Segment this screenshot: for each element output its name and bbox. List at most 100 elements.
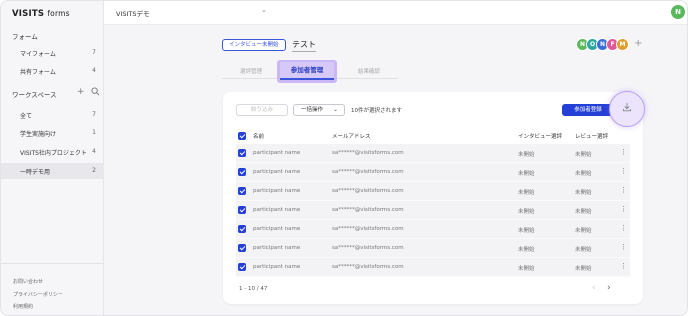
participant-email: sa******@visitsforms.com: [332, 169, 404, 175]
sidebar: VISITS forms フォーム マイフォーム 7 共有フォーム 4 ワークス…: [1, 1, 104, 315]
chevron-down-icon: ⌄: [332, 106, 338, 113]
more-options-icon[interactable]: ⋮: [620, 186, 627, 194]
more-options-icon[interactable]: ⋮: [620, 224, 627, 232]
table-row[interactable]: participant name sa******@visitsforms.co…: [236, 220, 630, 239]
interview-status: 未開始: [518, 171, 535, 177]
more-options-icon[interactable]: ⋮: [620, 205, 627, 213]
privacy-link[interactable]: プライバシーポリシー: [13, 291, 63, 298]
row-checkbox[interactable]: [238, 149, 246, 157]
tab-evaluation[interactable]: 選評管理: [240, 67, 262, 75]
sidebar-item-label: 全て: [20, 113, 33, 120]
sidebar-item-students[interactable]: 学生実施向け 1: [1, 125, 104, 141]
sidebar-section-workspaces: ワークスペース: [12, 91, 57, 99]
main-content: インタビュー未開始 テスト N O N F M + 選評管理 結果確認 参加者管…: [104, 25, 687, 315]
select-all-checkbox[interactable]: [238, 132, 246, 140]
sidebar-item-shared-forms[interactable]: 共有フォーム 4: [1, 63, 104, 79]
row-checkbox[interactable]: [238, 187, 246, 195]
review-status: 未開始: [575, 209, 592, 215]
interview-status: 未開始: [518, 209, 535, 215]
table-header: 名前 メールアドレス インタビュー選評 レビュー選評: [236, 129, 630, 143]
participant-email: sa******@visitsforms.com: [332, 264, 404, 270]
app-logo: VISITS forms: [12, 9, 70, 19]
user-avatar[interactable]: N: [671, 5, 685, 19]
avatar[interactable]: M: [616, 38, 629, 51]
more-options-icon[interactable]: ⋮: [620, 243, 627, 251]
sidebar-item-label: VISITS社内プロジェクト: [20, 150, 87, 157]
sidebar-item-count: 2: [92, 167, 96, 174]
sidebar-item-count: 7: [92, 49, 96, 56]
selection-count: 10件が選択されます: [351, 108, 402, 114]
bulk-action-label: 一括操作: [301, 107, 324, 113]
register-participant-button[interactable]: 参加者登録: [562, 104, 614, 116]
more-options-icon[interactable]: ⋮: [620, 167, 627, 175]
column-header-name[interactable]: 名前: [253, 132, 264, 140]
contact-link[interactable]: お問い合わせ: [13, 278, 43, 285]
sidebar-item-visits-project[interactable]: VISITS社内プロジェクト 4: [1, 144, 104, 160]
interview-status: 未開始: [518, 266, 535, 272]
pagination-range: 1 - 10 / 47: [239, 286, 268, 292]
row-checkbox[interactable]: [238, 263, 246, 271]
table-body: participant name sa******@visitsforms.co…: [236, 144, 630, 277]
row-checkbox[interactable]: [238, 206, 246, 214]
participant-email: sa******@visitsforms.com: [332, 150, 404, 156]
participant-name: participant name: [253, 169, 301, 175]
column-header-interview[interactable]: インタビュー選評: [518, 132, 562, 140]
chevron-right-icon[interactable]: ›: [607, 283, 611, 293]
row-checkbox[interactable]: [238, 168, 246, 176]
sidebar-item-count: 4: [92, 67, 96, 74]
participant-email: sa******@visitsforms.com: [332, 226, 404, 232]
sidebar-item-label: 共有フォーム: [20, 69, 56, 76]
tab-participants[interactable]: 参加者管理: [280, 62, 334, 80]
participant-name: participant name: [253, 150, 301, 156]
table-row[interactable]: participant name sa******@visitsforms.co…: [236, 201, 630, 220]
column-header-email[interactable]: メールアドレス: [332, 132, 371, 140]
interview-status: 未開始: [518, 247, 535, 253]
review-status: 未開始: [575, 190, 592, 196]
table-row[interactable]: participant name sa******@visitsforms.co…: [236, 144, 630, 163]
row-checkbox[interactable]: [238, 244, 246, 252]
terms-link[interactable]: 利用規約: [13, 303, 33, 310]
sidebar-item-my-forms[interactable]: マイフォーム 7: [1, 45, 104, 61]
interview-status: 未開始: [518, 152, 535, 158]
more-options-icon[interactable]: ⋮: [620, 262, 627, 270]
app-window: VISITS forms フォーム マイフォーム 7 共有フォーム 4 ワークス…: [0, 0, 688, 316]
workspace-selector[interactable]: VISITSデモ: [116, 8, 150, 18]
participant-name: participant name: [253, 264, 301, 270]
table-row[interactable]: participant name sa******@visitsforms.co…: [236, 163, 630, 182]
participant-name: participant name: [253, 207, 301, 213]
column-header-review[interactable]: レビュー選評: [575, 132, 608, 140]
bulk-action-dropdown[interactable]: 一括操作 ⌄: [293, 104, 345, 116]
participant-email: sa******@visitsforms.com: [332, 188, 404, 194]
sidebar-item-label: マイフォーム: [20, 51, 56, 58]
sidebar-item-label: 一時デモ用: [20, 169, 51, 176]
participant-name: participant name: [253, 245, 301, 251]
search-icon[interactable]: [90, 87, 100, 99]
sidebar-item-all[interactable]: 全て 7: [1, 107, 104, 123]
chevron-down-icon[interactable]: ⌄: [261, 6, 267, 14]
review-status: 未開始: [575, 228, 592, 234]
review-status: 未開始: [575, 266, 592, 272]
download-icon[interactable]: [621, 102, 633, 114]
review-status: 未開始: [575, 171, 592, 177]
interview-status: 未開始: [518, 190, 535, 196]
form-title[interactable]: テスト: [292, 39, 316, 52]
tab-results[interactable]: 結果確認: [358, 67, 380, 75]
add-collaborator-icon[interactable]: +: [634, 38, 642, 49]
sidebar-item-count: 4: [92, 148, 96, 155]
sidebar-section-forms: フォーム: [12, 33, 38, 41]
interview-status: 未開始: [518, 228, 535, 234]
participant-name: participant name: [253, 226, 301, 232]
table-row[interactable]: participant name sa******@visitsforms.co…: [236, 258, 630, 277]
sidebar-item-count: 7: [92, 111, 96, 118]
table-row[interactable]: participant name sa******@visitsforms.co…: [236, 239, 630, 258]
sidebar-item-count: 1: [92, 129, 96, 136]
more-options-icon[interactable]: ⋮: [620, 148, 627, 156]
add-workspace-icon[interactable]: +: [77, 87, 85, 99]
sidebar-divider: [1, 263, 104, 264]
status-badge: インタビュー未開始: [222, 39, 286, 51]
filter-button[interactable]: 絞り込み: [236, 104, 288, 116]
sidebar-item-demo[interactable]: 一時デモ用 2: [1, 163, 104, 179]
row-checkbox[interactable]: [238, 225, 246, 233]
chevron-left-icon[interactable]: ‹: [592, 283, 596, 293]
table-row[interactable]: participant name sa******@visitsforms.co…: [236, 182, 630, 201]
